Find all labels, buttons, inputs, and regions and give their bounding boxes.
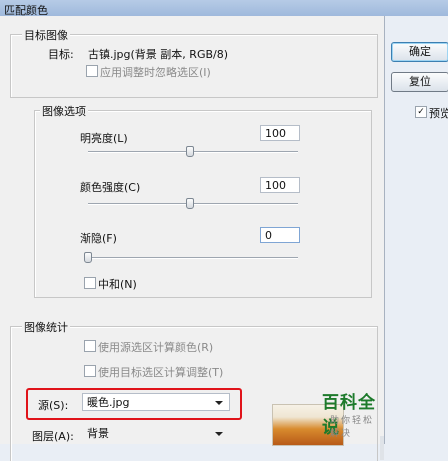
reset-button[interactable]: 复位 [391, 72, 448, 92]
preview-checkbox[interactable]: ✓ [415, 106, 427, 118]
title-bar: 匹配颜色 [0, 0, 448, 17]
luminance-slider-thumb[interactable] [186, 146, 194, 157]
neutralize-label[interactable]: 中和(N) [98, 276, 137, 292]
luminance-label: 明亮度(L) [80, 132, 128, 145]
source-select[interactable]: 暖色.jpg [82, 393, 230, 411]
image-options-group-title: 图像选项 [40, 103, 88, 119]
neutralize-checkbox[interactable] [84, 277, 96, 289]
scrollbar[interactable] [380, 436, 384, 460]
source-label: 源(S): [38, 399, 69, 412]
ok-button[interactable]: 确定 [391, 42, 448, 62]
image-statistics-group-title: 图像统计 [22, 319, 70, 335]
dialog-body: 目标图像 目标: 古镇.jpg(背景 副本, RGB/8) 应用调整时忽略选区(… [0, 16, 385, 461]
preview-label[interactable]: 预览 [429, 105, 448, 121]
chevron-down-icon [215, 401, 223, 405]
ignore-selection-label[interactable]: 应用调整时忽略选区(I) [100, 64, 211, 80]
fade-slider-thumb[interactable] [84, 252, 92, 263]
layer-label: 图层(A): [32, 430, 74, 443]
use-target-selection-checkbox[interactable] [84, 365, 96, 377]
fade-label: 渐隐(F) [80, 232, 117, 245]
layer-select-value: 背景 [87, 427, 109, 440]
chevron-down-icon [215, 432, 223, 436]
color-intensity-slider-thumb[interactable] [186, 198, 194, 209]
target-label: 目标: [48, 48, 74, 61]
target-image-group-title: 目标图像 [22, 27, 70, 43]
use-target-selection-label[interactable]: 使用目标选区计算调整(T) [98, 364, 223, 380]
color-intensity-input[interactable]: 100 [260, 177, 300, 193]
ignore-selection-checkbox[interactable] [86, 65, 98, 77]
button-panel: 确定 复位 ✓ 预览 [385, 16, 448, 444]
watermark-slogan: 助你轻松解决 [330, 416, 375, 439]
fade-input[interactable]: 0 [260, 227, 300, 243]
fade-slider-track[interactable] [88, 257, 298, 259]
layer-select[interactable]: 背景 [82, 424, 230, 442]
target-value: 古镇.jpg(背景 副本, RGB/8) [88, 48, 229, 61]
luminance-input[interactable]: 100 [260, 125, 300, 141]
color-intensity-label: 颜色强度(C) [80, 181, 141, 194]
use-source-selection-checkbox[interactable] [84, 340, 96, 352]
source-select-value: 暖色.jpg [87, 396, 130, 409]
use-source-selection-label[interactable]: 使用源选区计算颜色(R) [98, 339, 213, 355]
